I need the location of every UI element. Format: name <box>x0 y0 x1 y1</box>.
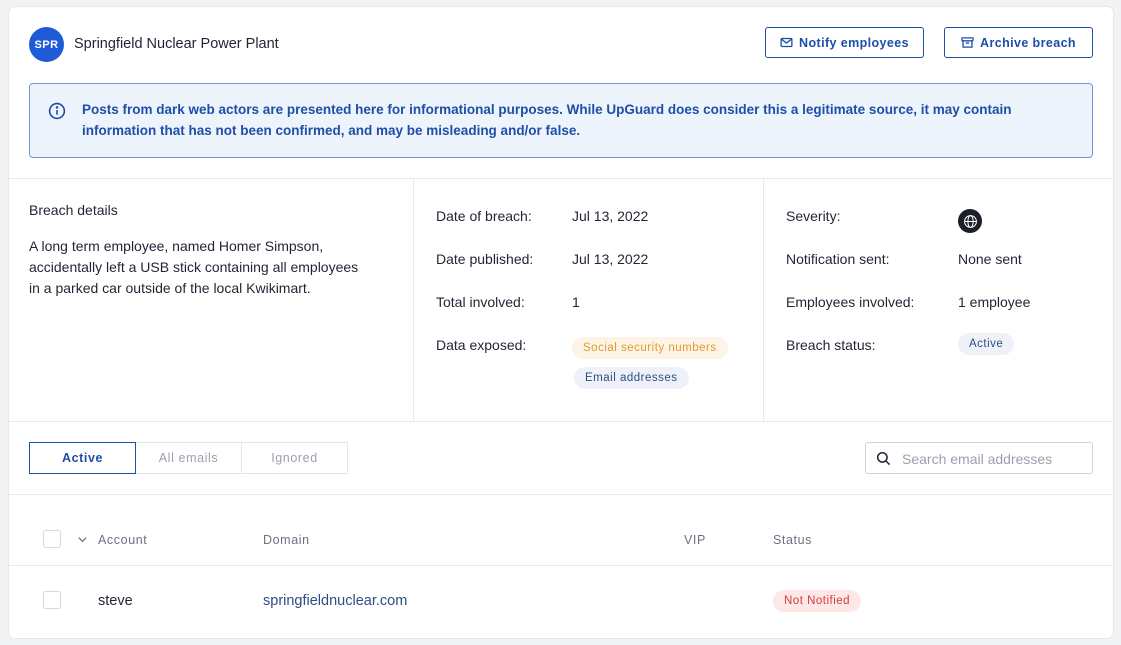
archive-icon <box>961 37 974 48</box>
date-published-label: Date published: <box>436 251 534 267</box>
divider <box>413 179 414 421</box>
envelope-icon <box>780 37 793 48</box>
row-checkbox[interactable] <box>43 591 61 609</box>
column-header-domain[interactable]: Domain <box>263 533 310 547</box>
search-box <box>865 442 1093 474</box>
account-cell: steve <box>98 593 133 609</box>
data-exposed-tag: Email addresses <box>574 367 689 389</box>
data-exposed-label: Data exposed: <box>436 337 527 353</box>
breach-card: SPR Springfield Nuclear Power Plant Noti… <box>9 7 1113 638</box>
company-name: Springfield Nuclear Power Plant <box>74 36 279 52</box>
notification-sent-label: Notification sent: <box>786 251 890 267</box>
severity-label: Severity: <box>786 208 841 224</box>
divider <box>763 179 764 421</box>
total-involved-label: Total involved: <box>436 294 525 310</box>
employees-involved-label: Employees involved: <box>786 294 915 310</box>
tab-ignored[interactable]: Ignored <box>241 442 348 474</box>
date-published-value: Jul 13, 2022 <box>572 251 649 267</box>
tab-active[interactable]: Active <box>29 442 136 474</box>
tab-all-emails[interactable]: All emails <box>135 442 242 474</box>
breach-details-description: A long term employee, named Homer Simpso… <box>29 238 359 296</box>
divider <box>9 494 1113 495</box>
divider <box>9 178 1113 179</box>
date-of-breach-value: Jul 13, 2022 <box>572 208 649 224</box>
notification-sent-value: None sent <box>958 251 1022 267</box>
search-input[interactable] <box>900 447 1089 471</box>
divider <box>9 565 1113 566</box>
search-icon <box>876 451 891 466</box>
company-avatar: SPR <box>29 27 64 62</box>
notify-employees-label: Notify employees <box>799 35 909 50</box>
column-header-account[interactable]: Account <box>98 533 147 547</box>
column-header-vip[interactable]: VIP <box>684 533 706 547</box>
breach-details-title: Breach details <box>29 202 118 218</box>
info-banner-text: Posts from dark web actors are presented… <box>82 102 1012 138</box>
column-header-status[interactable]: Status <box>773 533 812 547</box>
breach-status-label: Breach status: <box>786 337 876 353</box>
info-icon <box>48 102 66 120</box>
breach-status-badge: Active <box>958 333 1015 355</box>
employees-involved-value: 1 employee <box>958 294 1031 310</box>
date-of-breach-label: Date of breach: <box>436 208 532 224</box>
total-involved-value: 1 <box>572 294 580 310</box>
email-filter-tabs: Active All emails Ignored <box>29 442 348 474</box>
breach-header: SPR Springfield Nuclear Power Plant Noti… <box>9 7 1113 79</box>
notify-employees-button[interactable]: Notify employees <box>765 27 924 58</box>
status-badge: Not Notified <box>773 590 862 612</box>
globe-icon <box>958 209 982 233</box>
info-banner: Posts from dark web actors are presented… <box>29 83 1093 158</box>
data-exposed-tag: Social security numbers <box>572 337 728 359</box>
archive-breach-button[interactable]: Archive breach <box>944 27 1093 58</box>
domain-cell: springfieldnuclear.com <box>263 593 408 609</box>
chevron-down-icon[interactable] <box>77 534 88 545</box>
select-all-checkbox[interactable] <box>43 530 61 548</box>
divider <box>9 421 1113 422</box>
archive-breach-label: Archive breach <box>980 35 1076 50</box>
